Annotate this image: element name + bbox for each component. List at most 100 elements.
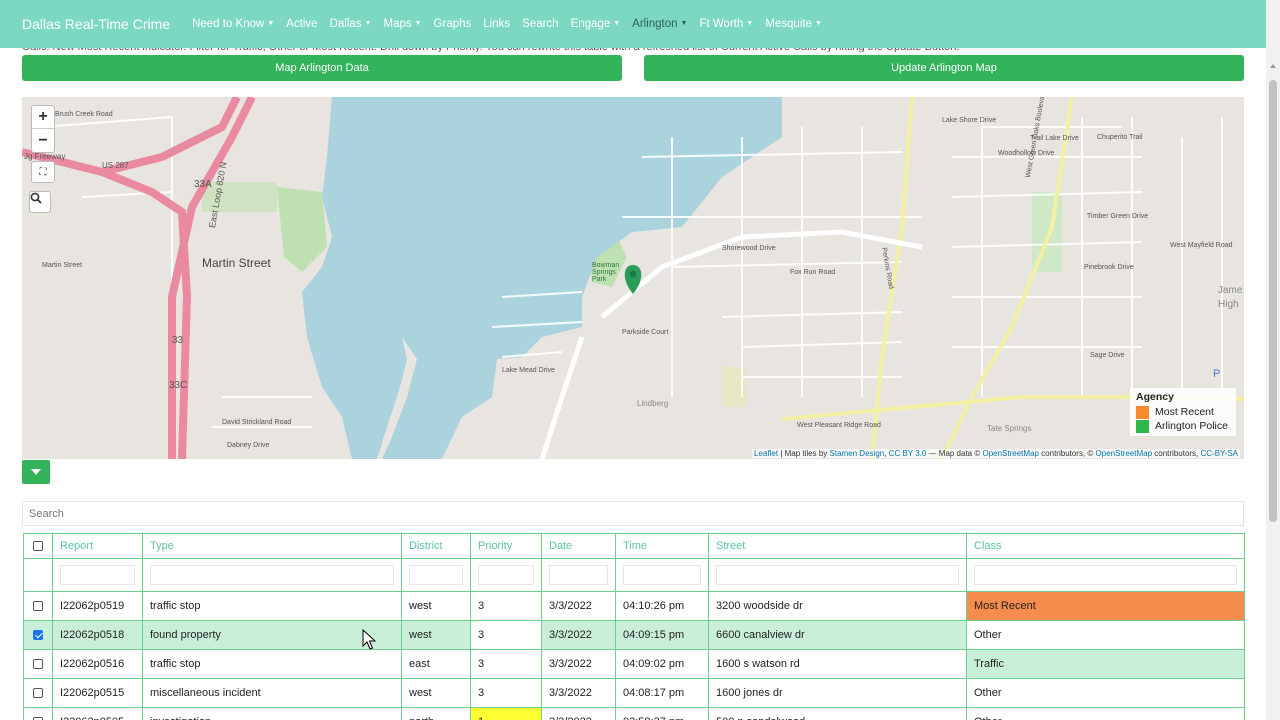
caret-down-icon bbox=[31, 469, 41, 475]
update-arlington-map-button[interactable]: Update Arlington Map bbox=[644, 55, 1244, 81]
header-type[interactable]: Type bbox=[142, 533, 402, 559]
filter-class-input[interactable] bbox=[974, 565, 1237, 585]
map-label-fox-run: Fox Run Road bbox=[790, 269, 836, 276]
map-legend: Agency Most Recent Arlington Police bbox=[1130, 388, 1236, 436]
fullscreen-button[interactable]: ⛶ bbox=[31, 161, 55, 183]
nav-links[interactable]: Links bbox=[477, 18, 516, 30]
table-row[interactable]: I22062p0518 found property west 3 3/3/20… bbox=[23, 620, 1245, 650]
nav-ft-worth[interactable]: Ft Worth ▼ bbox=[693, 18, 759, 30]
cell-priority: 3 bbox=[470, 649, 542, 679]
map-label-33a: 33A bbox=[194, 179, 212, 190]
header-report[interactable]: Report bbox=[52, 533, 143, 559]
page-scrollbar[interactable] bbox=[1266, 0, 1280, 720]
navbar: Dallas Real-Time Crime Need to Know ▼ Act… bbox=[0, 0, 1266, 48]
osm-link[interactable]: OpenStreetMap bbox=[982, 449, 1038, 458]
cell-district: west bbox=[401, 591, 471, 621]
scroll-thumb[interactable] bbox=[1269, 80, 1277, 522]
map-label-33: 33 bbox=[172, 335, 184, 346]
cc-by-link[interactable]: CC BY 3.0 bbox=[889, 449, 927, 458]
zoom-in-button[interactable]: + bbox=[32, 106, 54, 129]
nav-mesquite[interactable]: Mesquite ▼ bbox=[759, 18, 828, 30]
cell-priority: 3 bbox=[470, 620, 542, 650]
filter-district-input[interactable] bbox=[409, 565, 463, 585]
caret-down-icon: ▼ bbox=[364, 20, 372, 28]
cell-street: 1600 jones dr bbox=[708, 678, 967, 708]
map-view[interactable]: Martin Street Martin Street East Loop 82… bbox=[22, 97, 1244, 459]
table-row[interactable]: I22062p0515 miscellaneous incident west … bbox=[23, 678, 1245, 708]
row-checkbox[interactable] bbox=[33, 659, 43, 670]
nav-graphs[interactable]: Graphs bbox=[428, 18, 478, 30]
toggle-collapse-button[interactable] bbox=[22, 460, 50, 484]
map-label-woodhollow: Woodhollow Drive bbox=[998, 150, 1055, 157]
filter-report-input[interactable] bbox=[60, 565, 135, 585]
table-row[interactable]: I22062p0505 investigation north 1 3/3/20… bbox=[23, 707, 1245, 720]
nav-arlington[interactable]: Arlington ▼ bbox=[626, 18, 693, 30]
scroll-up-arrow-icon[interactable] bbox=[1270, 64, 1276, 68]
row-checkbox[interactable] bbox=[33, 630, 43, 641]
map-label-33c: 33C bbox=[169, 380, 188, 391]
map-label-mayfield: West Mayfield Road bbox=[1170, 242, 1233, 249]
map-search-button[interactable] bbox=[29, 191, 51, 213]
filter-date-input[interactable] bbox=[549, 565, 608, 585]
map-label-lake-shore: Lake Shore Drive bbox=[942, 117, 997, 124]
filter-time-input[interactable] bbox=[623, 565, 701, 585]
header-time[interactable]: Time bbox=[615, 533, 709, 559]
cell-time: 04:09:02 pm bbox=[615, 649, 709, 679]
row-checkbox[interactable] bbox=[33, 601, 43, 612]
cell-date: 3/3/2022 bbox=[541, 591, 616, 621]
header-district[interactable]: District bbox=[401, 533, 471, 559]
header-street[interactable]: Street bbox=[708, 533, 967, 559]
nav-need-to-know[interactable]: Need to Know ▼ bbox=[186, 18, 280, 30]
header-priority[interactable]: Priority bbox=[470, 533, 542, 559]
mouse-cursor-icon bbox=[362, 629, 376, 650]
brand-link[interactable]: Dallas Real-Time Crime bbox=[22, 16, 170, 32]
cell-district: east bbox=[401, 649, 471, 679]
map-label-pinebrook: Pinebrook Drive bbox=[1084, 264, 1134, 271]
map-label-parkside: Parkside Court bbox=[622, 329, 669, 336]
caret-down-icon: ▼ bbox=[613, 20, 621, 28]
cell-report: I22062p0518 bbox=[52, 620, 143, 650]
filter-priority-input[interactable] bbox=[478, 565, 534, 585]
map-label-high: High bbox=[1218, 299, 1239, 310]
table-search-input[interactable] bbox=[22, 501, 1244, 526]
filter-type-input[interactable] bbox=[150, 565, 394, 585]
cell-report: I22062p0516 bbox=[52, 649, 143, 679]
row-select-cell bbox=[23, 591, 53, 621]
header-date[interactable]: Date bbox=[541, 533, 616, 559]
header-class[interactable]: Class bbox=[966, 533, 1245, 559]
select-all-checkbox[interactable] bbox=[33, 541, 43, 552]
nav-search[interactable]: Search bbox=[516, 18, 564, 30]
map-label-lindberg: Lindberg bbox=[637, 399, 669, 408]
filter-street-input[interactable] bbox=[716, 565, 959, 585]
caret-down-icon: ▼ bbox=[746, 20, 754, 28]
map-label-bowman-park: Bowman Springs Park bbox=[592, 262, 620, 283]
map-label-martin-street-big: Martin Street bbox=[202, 256, 271, 270]
legend-title: Agency bbox=[1136, 391, 1174, 403]
nav-engage[interactable]: Engage ▼ bbox=[565, 18, 627, 30]
cell-type: traffic stop bbox=[142, 649, 402, 679]
map-label-shorewood: Shorewood Drive bbox=[722, 245, 776, 252]
map-attribution: Leaflet | Map tiles by Stamen Design, CC… bbox=[752, 449, 1240, 458]
cell-street: 1600 s watson rd bbox=[708, 649, 967, 679]
cell-time: 04:09:15 pm bbox=[615, 620, 709, 650]
map-arlington-data-button[interactable]: Map Arlington Data bbox=[22, 55, 622, 81]
stamen-link[interactable]: Stamen Design bbox=[830, 449, 885, 458]
legend-swatch bbox=[1136, 419, 1149, 433]
cell-type: miscellaneous incident bbox=[142, 678, 402, 708]
cc-by-sa-link[interactable]: CC-BY-SA bbox=[1201, 449, 1239, 458]
row-checkbox[interactable] bbox=[33, 688, 43, 699]
zoom-out-button[interactable]: − bbox=[32, 129, 54, 152]
nav-active[interactable]: Active bbox=[280, 18, 323, 30]
leaflet-link[interactable]: Leaflet bbox=[754, 449, 778, 458]
map-label-sage: Sage Drive bbox=[1090, 352, 1125, 359]
cell-street: 500 n sandalwood bbox=[708, 707, 967, 720]
nav-dallas[interactable]: Dallas ▼ bbox=[324, 18, 378, 30]
osm-link-2[interactable]: OpenStreetMap bbox=[1096, 449, 1152, 458]
table-row[interactable]: I22062p0519 traffic stop west 3 3/3/2022… bbox=[23, 591, 1245, 621]
map-label-tate-springs: Tate Springs bbox=[987, 424, 1032, 433]
nav-maps[interactable]: Maps ▼ bbox=[377, 18, 427, 30]
map-tiles bbox=[22, 97, 1244, 459]
map-label-trail-lake: Trail Lake Drive bbox=[1030, 135, 1079, 142]
table-row[interactable]: I22062p0516 traffic stop east 3 3/3/2022… bbox=[23, 649, 1245, 679]
cell-date: 3/3/2022 bbox=[541, 649, 616, 679]
